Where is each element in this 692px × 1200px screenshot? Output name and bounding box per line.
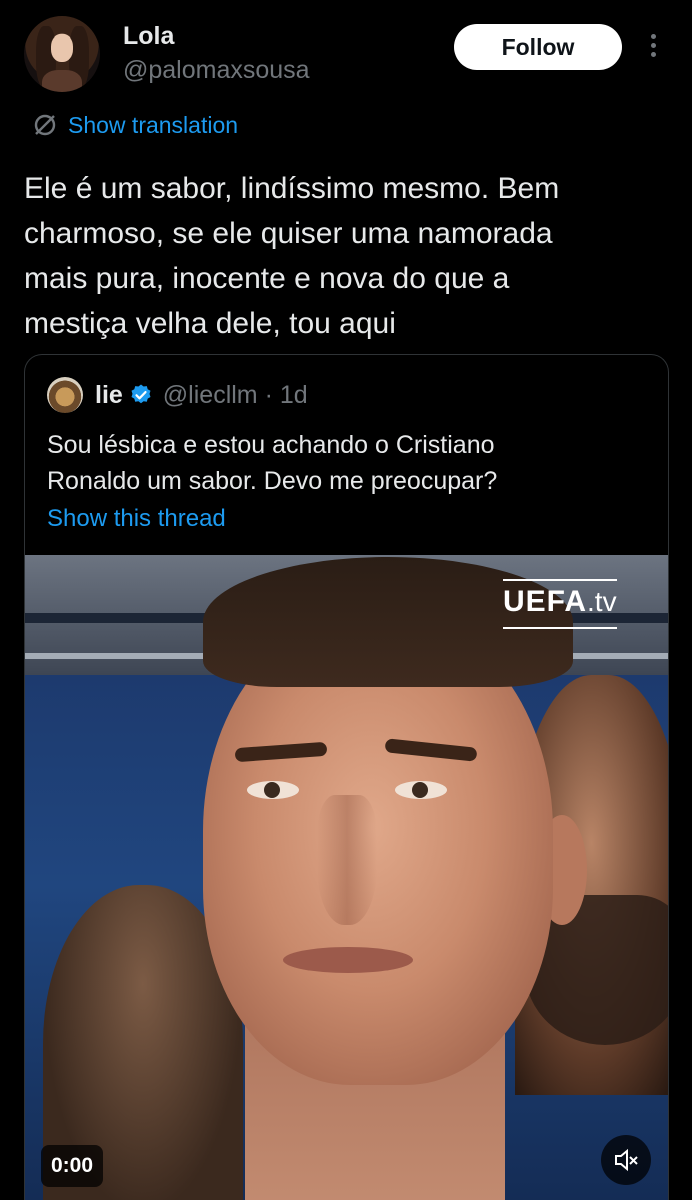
show-translation-label: Show translation	[68, 111, 239, 138]
translate-icon	[34, 114, 56, 136]
quoted-author-handle[interactable]: @liecllm · 1d	[163, 381, 308, 410]
author-name[interactable]: Lola	[123, 22, 174, 51]
video-player[interactable]: UEFA .tv 0:00	[25, 555, 668, 1200]
show-thread-link[interactable]: Show this thread	[47, 505, 226, 533]
verified-badge-icon	[131, 384, 151, 404]
quoted-author-avatar[interactable]	[47, 377, 83, 413]
uefa-tv-watermark: UEFA .tv	[503, 579, 617, 629]
quoted-tweet-text: Sou lésbica e estou achando o Cristiano …	[47, 431, 498, 495]
tweet-text: Ele é um sabor, lindíssimo mesmo. Bem ch…	[24, 172, 560, 340]
quoted-tweet-header: lie @liecllm · 1d	[47, 377, 308, 413]
mute-button[interactable]	[601, 1135, 651, 1185]
mute-icon	[615, 1148, 638, 1172]
follow-button[interactable]: Follow	[454, 24, 622, 70]
author-handle[interactable]: @palomaxsousa	[123, 56, 310, 85]
show-translation-link[interactable]: Show translation	[32, 108, 238, 142]
quoted-tweet[interactable]: lie @liecllm · 1d Sou lésbica e estou ac…	[24, 354, 669, 1200]
video-time-badge: 0:00	[41, 1145, 104, 1187]
author-avatar[interactable]	[24, 16, 100, 92]
tweet-header: Lola @palomaxsousa Follow	[24, 14, 668, 98]
quoted-author-name[interactable]: lie	[95, 381, 123, 410]
more-vertical-icon[interactable]	[644, 32, 662, 62]
